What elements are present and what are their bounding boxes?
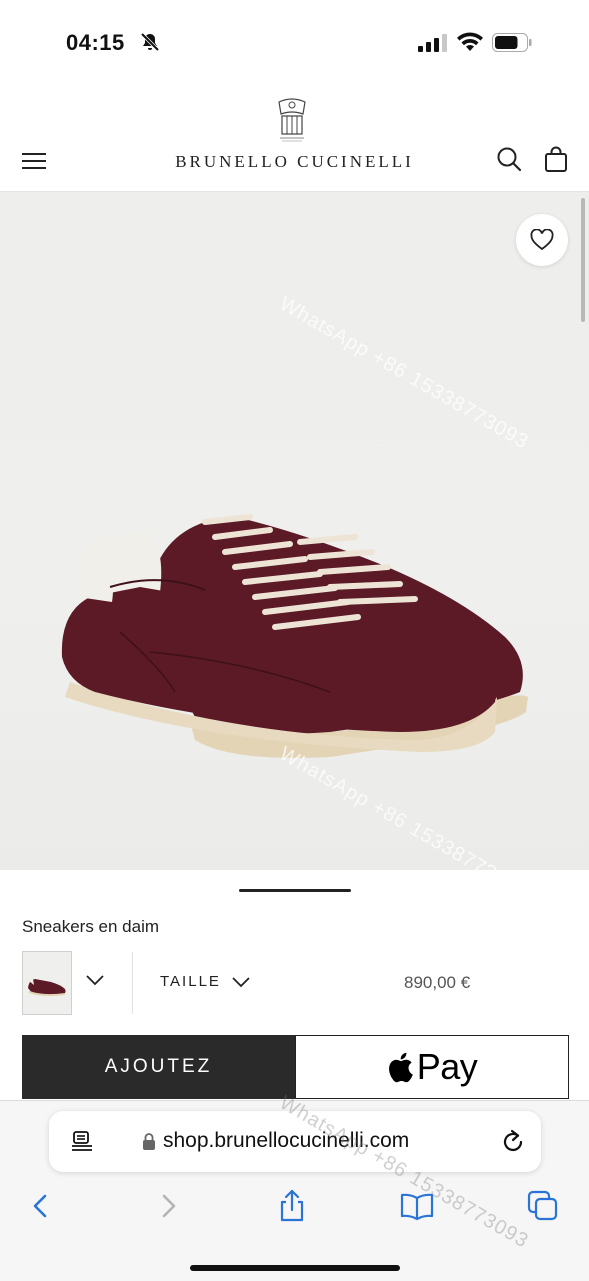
divider	[132, 952, 133, 1014]
chevron-down-icon[interactable]	[232, 976, 250, 988]
forward-icon[interactable]	[151, 1189, 185, 1223]
size-selector[interactable]: TAILLE	[160, 973, 221, 990]
status-bar: 04:15	[0, 0, 589, 84]
home-indicator	[190, 1265, 400, 1271]
add-to-cart-button[interactable]: AJOUTEZ	[22, 1035, 295, 1099]
brand-crest-logo[interactable]	[273, 94, 311, 146]
product-sheet: Sneakers en daim TAILLE 890,00 € AJOUTEZ…	[0, 870, 589, 1100]
lock-icon	[143, 1133, 155, 1150]
silent-bell-icon	[140, 32, 160, 52]
wifi-icon	[457, 32, 483, 51]
swatch-shoe-image	[28, 979, 66, 997]
browser-toolbar: shop.brunellocucinelli.com WhatsApp +86 …	[0, 1092, 589, 1281]
share-icon[interactable]	[275, 1189, 309, 1223]
apple-icon	[388, 1052, 413, 1083]
color-swatch[interactable]	[22, 951, 72, 1015]
site-header: BRUNELLO CUCINELLI	[0, 84, 589, 192]
status-time: 04:15	[66, 30, 125, 55]
bag-icon[interactable]	[544, 146, 568, 172]
tabs-icon[interactable]	[526, 1189, 560, 1223]
sheet-grabber[interactable]	[239, 889, 351, 892]
search-icon[interactable]	[496, 146, 522, 172]
product-price: 890,00 €	[404, 973, 471, 992]
apple-pay-label: Pay	[416, 1046, 478, 1087]
reload-icon[interactable]	[501, 1128, 525, 1154]
chevron-down-icon[interactable]	[86, 974, 104, 986]
apple-pay-button[interactable]: Pay	[295, 1035, 569, 1099]
signal-icon	[418, 34, 447, 52]
back-icon[interactable]	[24, 1189, 58, 1223]
product-name: Sneakers en daim	[22, 917, 160, 936]
product-image[interactable]: WhatsApp +86 15338773093 WhatsApp +86 15…	[0, 192, 589, 870]
reader-icon[interactable]	[71, 1130, 93, 1152]
battery-icon	[492, 33, 532, 52]
